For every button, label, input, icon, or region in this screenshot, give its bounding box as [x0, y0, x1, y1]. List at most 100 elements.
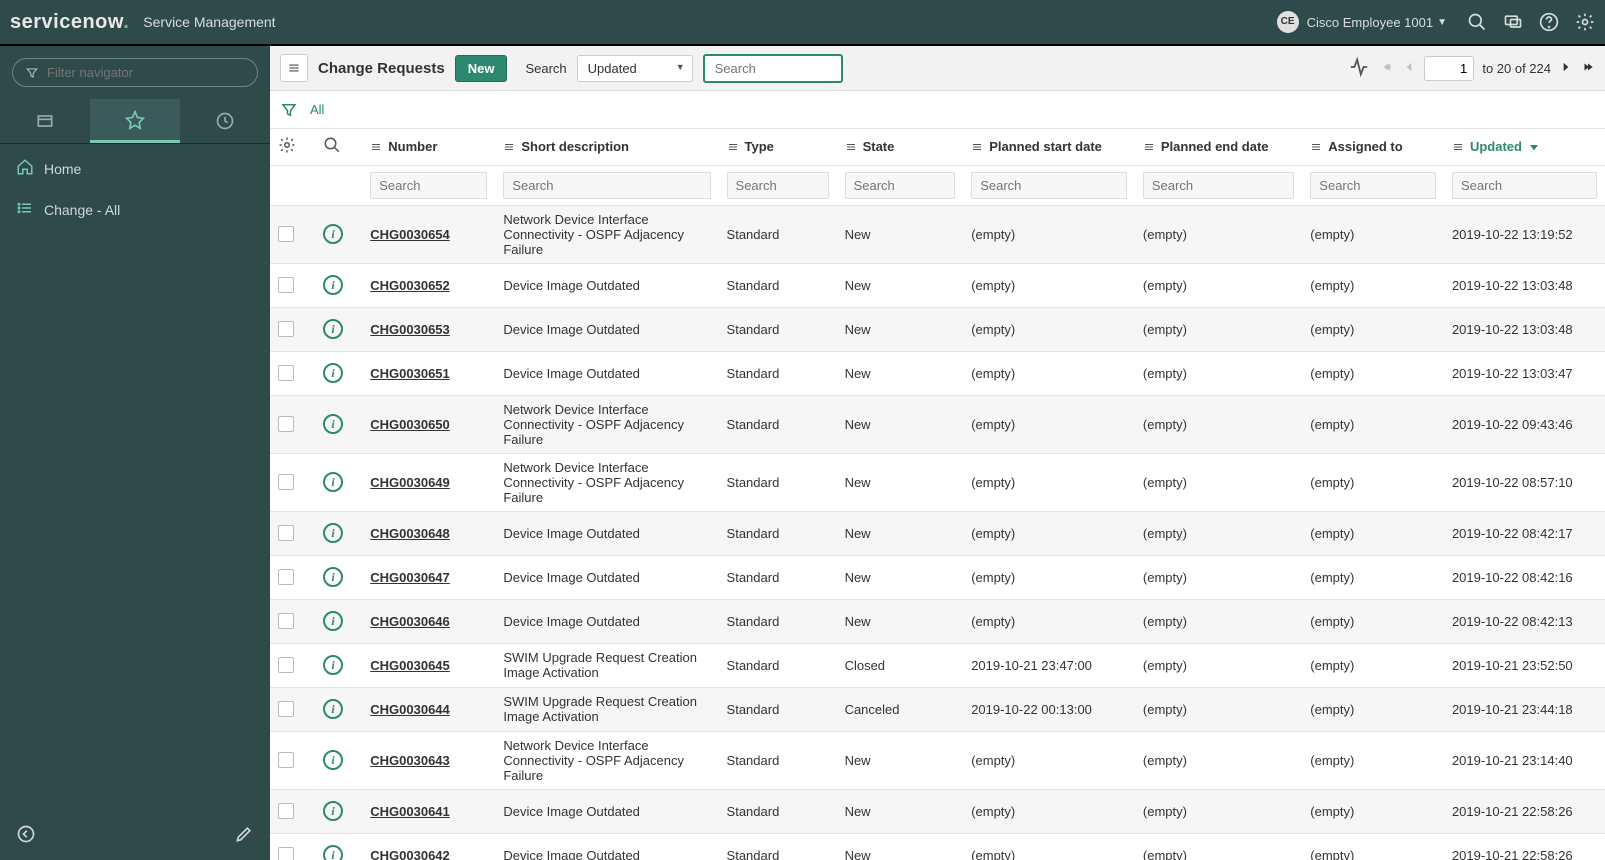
column-label: Type [745, 139, 774, 154]
info-icon[interactable]: i [323, 699, 343, 719]
record-link[interactable]: CHG0030644 [370, 702, 450, 717]
collapse-icon[interactable] [16, 824, 36, 844]
activity-icon[interactable] [1348, 56, 1370, 81]
info-icon[interactable]: i [323, 523, 343, 543]
nav-tab-favorites[interactable] [90, 99, 180, 143]
info-icon[interactable]: i [323, 224, 343, 244]
row-checkbox[interactable] [278, 613, 294, 629]
sidebar-item-home[interactable]: Home [0, 148, 270, 189]
record-link[interactable]: CHG0030651 [370, 366, 450, 381]
brand-logo[interactable]: servicenow. [10, 11, 129, 34]
info-icon[interactable]: i [323, 845, 343, 860]
cell-type: Standard [719, 789, 837, 833]
column-search-planned_start[interactable] [971, 172, 1127, 199]
column-label: Number [388, 139, 437, 154]
cell-planned-end: (empty) [1135, 453, 1302, 511]
info-icon[interactable]: i [323, 319, 343, 339]
filter-icon [25, 66, 39, 80]
sidebar-item-change-all[interactable]: Change - All [0, 189, 270, 230]
row-checkbox[interactable] [278, 657, 294, 673]
nav-tab-history[interactable] [180, 99, 270, 143]
pager-prev[interactable] [1402, 60, 1416, 77]
chat-icon[interactable] [1503, 12, 1523, 32]
pager-last[interactable] [1581, 60, 1595, 77]
search-icon[interactable] [1467, 12, 1487, 32]
filter-funnel-icon[interactable] [280, 101, 298, 119]
row-checkbox[interactable] [278, 321, 294, 337]
record-link[interactable]: CHG0030650 [370, 417, 450, 432]
column-search-updated[interactable] [1452, 172, 1597, 199]
info-icon[interactable]: i [323, 655, 343, 675]
record-link[interactable]: CHG0030643 [370, 753, 450, 768]
user-name[interactable]: Cisco Employee 1001 [1307, 15, 1433, 30]
column-search-short_desc[interactable] [503, 172, 710, 199]
row-checkbox[interactable] [278, 277, 294, 293]
column-search-number[interactable] [370, 172, 487, 199]
cell-planned-start: (empty) [963, 307, 1135, 351]
record-link[interactable]: CHG0030642 [370, 848, 450, 860]
record-link[interactable]: CHG0030645 [370, 658, 450, 673]
user-dropdown-icon[interactable]: ▼ [1437, 17, 1447, 28]
info-icon[interactable]: i [323, 363, 343, 383]
filter-navigator-input[interactable] [47, 65, 245, 80]
cell-type: Standard [719, 511, 837, 555]
record-link[interactable]: CHG0030649 [370, 475, 450, 490]
row-checkbox[interactable] [278, 416, 294, 432]
row-checkbox[interactable] [278, 752, 294, 768]
record-link[interactable]: CHG0030654 [370, 227, 450, 242]
pager-input[interactable] [1424, 56, 1474, 81]
table-row: i CHG0030652 Device Image Outdated Stand… [270, 263, 1605, 307]
record-link[interactable]: CHG0030646 [370, 614, 450, 629]
row-checkbox[interactable] [278, 803, 294, 819]
edit-icon[interactable] [234, 824, 254, 844]
record-link[interactable]: CHG0030648 [370, 526, 450, 541]
record-link[interactable]: CHG0030652 [370, 278, 450, 293]
column-search-assigned_to[interactable] [1310, 172, 1436, 199]
column-header-state[interactable]: State [837, 129, 964, 165]
column-header-number[interactable]: Number [362, 129, 495, 165]
search-input[interactable] [703, 54, 843, 83]
columns-gear-icon[interactable] [278, 142, 296, 157]
gear-icon[interactable] [1575, 12, 1595, 32]
info-icon[interactable]: i [323, 472, 343, 492]
pager-next[interactable] [1559, 60, 1573, 77]
info-icon[interactable]: i [323, 275, 343, 295]
column-search-state[interactable] [845, 172, 956, 199]
column-header-assigned_to[interactable]: Assigned to [1302, 129, 1444, 165]
row-checkbox[interactable] [278, 365, 294, 381]
column-header-updated[interactable]: Updated [1444, 129, 1605, 165]
help-icon[interactable] [1539, 12, 1559, 32]
pager-first[interactable] [1380, 60, 1394, 77]
column-search-planned_end[interactable] [1143, 172, 1294, 199]
column-header-short_desc[interactable]: Short description [495, 129, 718, 165]
filter-navigator[interactable] [12, 58, 258, 87]
record-link[interactable]: CHG0030653 [370, 322, 450, 337]
nav-tab-apps[interactable] [0, 99, 90, 143]
info-icon[interactable]: i [323, 414, 343, 434]
column-menu-icon [1310, 141, 1322, 153]
row-checkbox[interactable] [278, 474, 294, 490]
breadcrumb-all[interactable]: All [310, 102, 324, 117]
info-icon[interactable]: i [323, 611, 343, 631]
header-search-icon[interactable] [323, 142, 341, 157]
row-checkbox[interactable] [278, 569, 294, 585]
list-menu-button[interactable] [280, 54, 308, 82]
column-header-type[interactable]: Type [719, 129, 837, 165]
info-icon[interactable]: i [323, 567, 343, 587]
row-checkbox[interactable] [278, 847, 294, 860]
new-button[interactable]: New [455, 55, 508, 82]
row-checkbox[interactable] [278, 701, 294, 717]
cell-assigned-to: (empty) [1302, 643, 1444, 687]
user-avatar[interactable]: CE [1277, 11, 1299, 33]
column-header-planned_end[interactable]: Planned end date [1135, 129, 1302, 165]
row-checkbox[interactable] [278, 226, 294, 242]
record-link[interactable]: CHG0030647 [370, 570, 450, 585]
record-link[interactable]: CHG0030641 [370, 804, 450, 819]
row-checkbox[interactable] [278, 525, 294, 541]
column-search-type[interactable] [727, 172, 829, 199]
info-icon[interactable]: i [323, 750, 343, 770]
column-header-planned_start[interactable]: Planned start date [963, 129, 1135, 165]
cell-assigned-to: (empty) [1302, 555, 1444, 599]
info-icon[interactable]: i [323, 801, 343, 821]
search-field-select[interactable]: Updated [577, 55, 693, 82]
